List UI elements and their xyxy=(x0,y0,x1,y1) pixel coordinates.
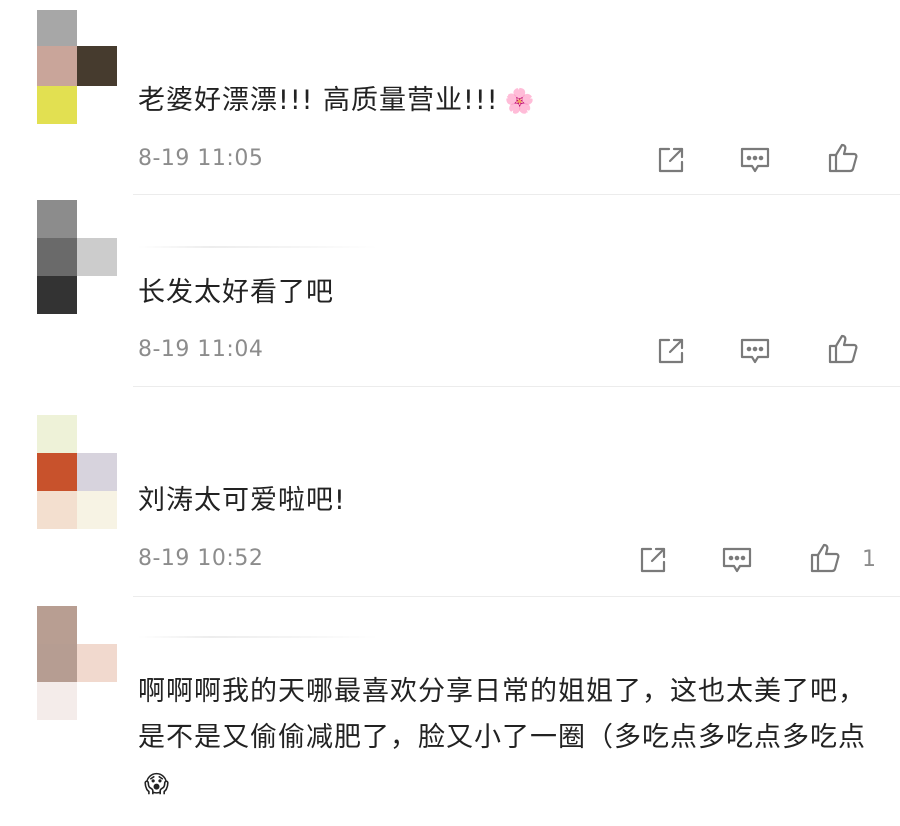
username-redacted xyxy=(138,636,378,638)
thumbs-up-icon[interactable] xyxy=(826,332,860,366)
avatar[interactable] xyxy=(37,200,117,320)
share-icon[interactable] xyxy=(636,543,670,577)
avatar-pixel xyxy=(37,644,77,682)
comment-text: 啊啊啊我的天哪最喜欢分享日常的姐姐了，这也太美了吧，是不是又偷偷减肥了，脸又小了… xyxy=(138,669,883,807)
comment-text: 长发太好看了吧 xyxy=(138,270,878,316)
comment-text: 刘涛太可爱啦吧! xyxy=(138,478,878,524)
avatar-pixel xyxy=(37,10,77,46)
comment-text-content: 长发太好看了吧 xyxy=(138,277,334,308)
share-icon[interactable] xyxy=(654,143,688,177)
comment-text: 老婆好漂漂!!! 高质量营业!!! 🌸 xyxy=(138,78,878,124)
avatar-pixel xyxy=(77,453,117,491)
username-redacted xyxy=(138,246,378,248)
comment-text-content: 啊啊啊我的天哪最喜欢分享日常的姐姐了，这也太美了吧，是不是又偷偷减肥了，脸又小了… xyxy=(138,676,866,753)
avatar-pixel xyxy=(37,276,77,314)
share-icon[interactable] xyxy=(654,334,688,368)
thumbs-up-icon[interactable] xyxy=(826,141,860,175)
divider xyxy=(133,386,900,387)
comment-timestamp: 8-19 10:52 xyxy=(138,546,264,571)
avatar-pixel xyxy=(37,453,77,491)
avatar-pixel xyxy=(37,86,77,124)
comment-bubble-icon[interactable] xyxy=(720,543,754,577)
like-count: 1 xyxy=(862,547,876,572)
avatar-pixel xyxy=(77,238,117,276)
avatar[interactable] xyxy=(37,415,117,535)
avatar[interactable] xyxy=(37,10,117,130)
divider xyxy=(133,194,900,195)
divider xyxy=(133,596,900,597)
avatar-pixel xyxy=(37,415,77,453)
avatar-pixel xyxy=(77,644,117,682)
comment-timestamp: 8-19 11:05 xyxy=(138,146,264,171)
avatar-pixel xyxy=(77,491,117,529)
scream-emoji: 😱 xyxy=(144,770,171,798)
flower-emoji: 🌸 xyxy=(504,87,536,115)
avatar-pixel xyxy=(37,606,77,644)
comment-feed: 老婆好漂漂!!! 高质量营业!!! 🌸 8-19 11:05 长发太好看了吧 8… xyxy=(0,0,900,826)
comment-text-content: 老婆好漂漂!!! 高质量营业!!! xyxy=(138,85,499,116)
avatar[interactable] xyxy=(37,606,117,726)
comment-bubble-icon[interactable] xyxy=(738,143,772,177)
avatar-pixel xyxy=(37,238,77,276)
thumbs-up-icon[interactable] xyxy=(808,541,842,575)
avatar-pixel xyxy=(37,46,77,86)
avatar-pixel xyxy=(77,46,117,86)
comment-text-content: 刘涛太可爱啦吧! xyxy=(138,485,346,516)
comment-bubble-icon[interactable] xyxy=(738,334,772,368)
avatar-pixel xyxy=(37,491,77,529)
avatar-pixel xyxy=(37,200,77,238)
comment-timestamp: 8-19 11:04 xyxy=(138,337,264,362)
avatar-pixel xyxy=(37,682,77,720)
